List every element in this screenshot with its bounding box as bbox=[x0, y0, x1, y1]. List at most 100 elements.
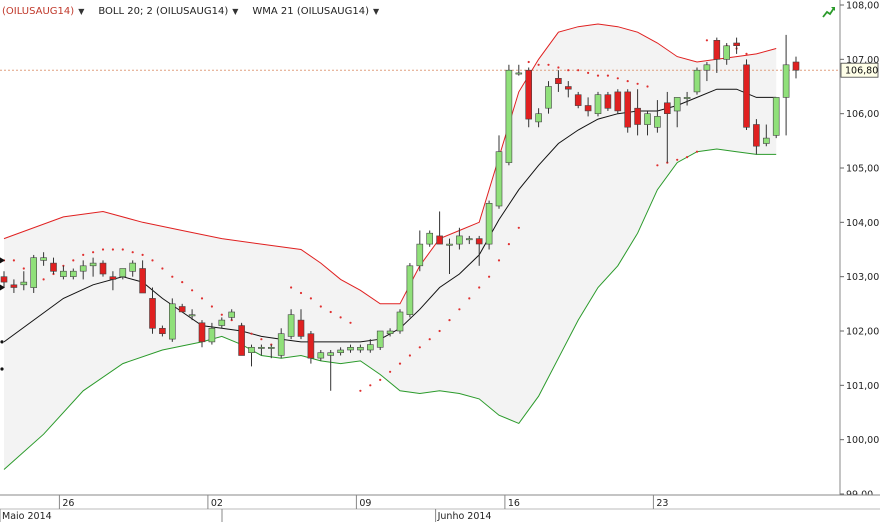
candle-body bbox=[327, 352, 335, 356]
chevron-down-icon[interactable]: ▼ bbox=[232, 7, 238, 16]
candle-body bbox=[525, 69, 533, 120]
sar-dot bbox=[82, 253, 85, 256]
candle-body bbox=[317, 352, 325, 359]
sar-dot bbox=[299, 291, 303, 295]
x-tick-label: 26 bbox=[62, 498, 74, 509]
sar-dot bbox=[329, 310, 332, 314]
candle-body bbox=[564, 86, 572, 90]
sar-dot bbox=[359, 389, 362, 392]
sar-dot bbox=[141, 253, 144, 256]
candle-body bbox=[654, 116, 661, 128]
sar-dot bbox=[319, 305, 322, 308]
y-tick-label: 103,00 bbox=[846, 272, 879, 283]
candle bbox=[376, 330, 384, 351]
candle-body bbox=[624, 91, 632, 128]
candle-body bbox=[188, 314, 196, 317]
sar-dot bbox=[191, 289, 194, 292]
sar-dot bbox=[398, 362, 402, 365]
candle-body bbox=[505, 69, 513, 163]
candle bbox=[614, 89, 622, 114]
sar-dot bbox=[507, 243, 510, 246]
candle-body bbox=[792, 61, 800, 71]
sar-dot bbox=[547, 63, 550, 66]
candle-body bbox=[238, 325, 245, 356]
candle-body bbox=[683, 97, 691, 99]
trend-arrow-icon[interactable] bbox=[822, 6, 836, 18]
legend-boll[interactable]: BOLL 20; 2 (OILUSAUG14) ▼ bbox=[98, 6, 238, 17]
candle bbox=[743, 59, 750, 130]
chevron-down-icon[interactable]: ▼ bbox=[373, 7, 379, 16]
candle-body bbox=[733, 42, 740, 47]
candle bbox=[505, 64, 513, 166]
sar-dot bbox=[646, 85, 649, 88]
sar-dot bbox=[339, 316, 342, 319]
candle-body bbox=[446, 243, 453, 246]
candle-body bbox=[406, 265, 414, 315]
sar-dot bbox=[468, 297, 471, 300]
candle-body bbox=[535, 113, 542, 123]
candle-body bbox=[703, 64, 711, 71]
sar-dot bbox=[577, 69, 580, 72]
candle-body bbox=[159, 327, 166, 334]
sar-dot bbox=[42, 278, 45, 281]
sar-dot bbox=[567, 69, 570, 72]
x-tick-label: 23 bbox=[656, 498, 668, 509]
sar-dot bbox=[210, 305, 213, 308]
sar-dot bbox=[537, 63, 540, 66]
candle-body bbox=[248, 346, 255, 353]
candle-body bbox=[287, 314, 295, 337]
candle bbox=[406, 263, 414, 318]
candle bbox=[396, 309, 404, 334]
sar-dot bbox=[695, 150, 699, 153]
edge-marker bbox=[0, 367, 4, 371]
candle-body bbox=[337, 349, 344, 354]
y-tick-label: 102,00 bbox=[846, 327, 879, 338]
chevron-down-icon[interactable]: ▼ bbox=[78, 7, 84, 16]
candle-body bbox=[416, 243, 424, 267]
candle bbox=[525, 67, 533, 128]
candle-body bbox=[456, 235, 463, 245]
candle bbox=[426, 230, 434, 247]
y-tick-label: 108,00 bbox=[846, 1, 879, 12]
sar-dot bbox=[517, 226, 520, 229]
candle-body bbox=[465, 238, 473, 241]
candle bbox=[169, 298, 176, 342]
candle-body bbox=[366, 344, 374, 351]
sar-dot bbox=[389, 370, 392, 373]
candle-body bbox=[218, 319, 226, 326]
candle-body bbox=[228, 311, 235, 318]
candle-body bbox=[30, 257, 38, 288]
y-tick-label: 105,00 bbox=[846, 164, 879, 175]
sar-dot bbox=[418, 346, 421, 349]
sar-dot bbox=[22, 267, 25, 270]
candle-body bbox=[782, 64, 790, 98]
y-tick-label: 104,00 bbox=[846, 218, 879, 229]
candle-body bbox=[753, 124, 760, 147]
candle bbox=[624, 89, 632, 133]
sar-dot bbox=[488, 275, 491, 278]
candle bbox=[772, 97, 780, 139]
legend-symbol[interactable]: (OILUSAUG14) ▼ bbox=[2, 6, 84, 17]
candle-body bbox=[20, 281, 28, 286]
y-tick-label: 100,00 bbox=[846, 435, 879, 446]
sar-dot bbox=[656, 164, 659, 167]
x-month-label: Junho 2014 bbox=[437, 511, 492, 522]
candle-body bbox=[555, 78, 562, 85]
sar-dot bbox=[121, 248, 124, 251]
sar-dot bbox=[151, 259, 154, 262]
candle bbox=[693, 67, 701, 95]
sar-dot bbox=[527, 60, 530, 64]
candle-body bbox=[307, 333, 315, 359]
sar-dot bbox=[309, 297, 312, 300]
price-chart[interactable]: 99,00100,00101,00102,00103,00104,00105,0… bbox=[0, 0, 880, 522]
legend-wma[interactable]: WMA 21 (OILUSAUG14) ▼ bbox=[252, 6, 379, 17]
sar-dot bbox=[596, 74, 600, 77]
candle-body bbox=[693, 69, 701, 93]
candle-body bbox=[267, 346, 275, 349]
candle-body bbox=[99, 262, 107, 275]
candle-body bbox=[357, 346, 364, 351]
x-tick-label: 16 bbox=[508, 498, 520, 509]
candle-body bbox=[139, 268, 146, 294]
sar-dot bbox=[705, 39, 709, 42]
candle-body bbox=[347, 346, 354, 351]
